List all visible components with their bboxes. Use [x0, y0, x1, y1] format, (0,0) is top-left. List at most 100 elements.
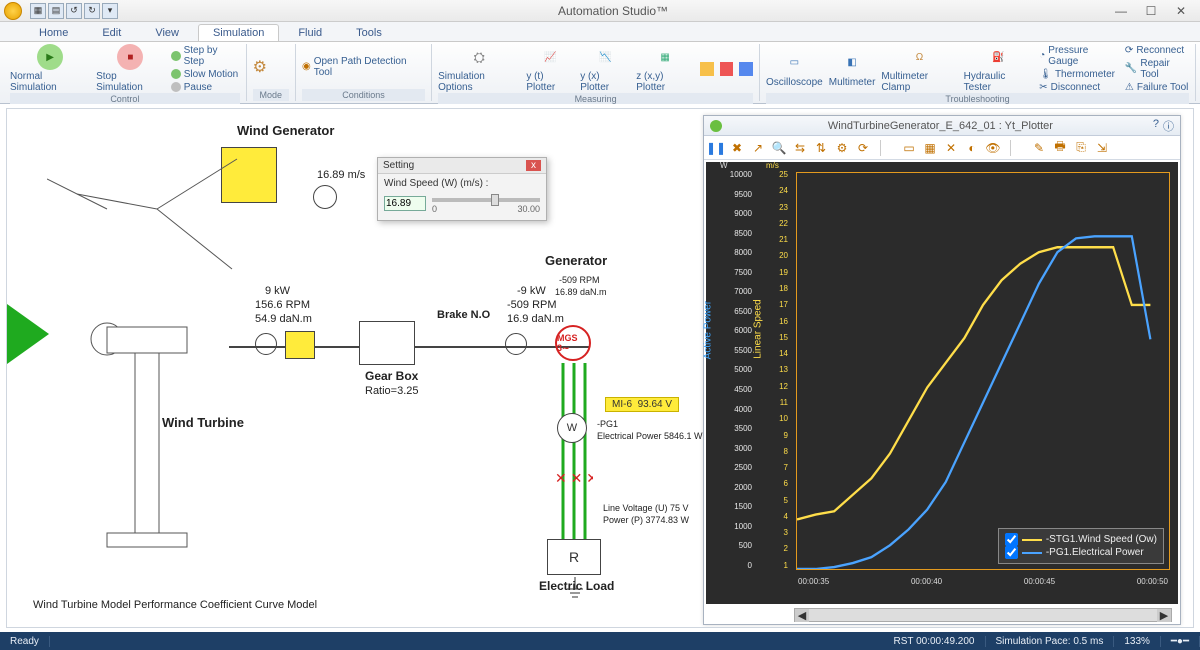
qat-icon[interactable]: ↺ — [66, 3, 82, 19]
qat-icon[interactable]: ↻ — [84, 3, 100, 19]
wattmeter-symbol[interactable]: W — [557, 413, 587, 443]
plot-area[interactable] — [796, 172, 1170, 570]
plot-scrollbar[interactable]: ◀▶ — [794, 608, 1172, 622]
refresh-icon[interactable]: ⟳ — [855, 140, 871, 156]
chart-legend[interactable]: -STG1.Wind Speed (Ow) -PG1.Electrical Po… — [998, 528, 1164, 564]
zoom-slider[interactable]: ━●━ — [1161, 636, 1200, 647]
model-caption: Wind Turbine Model Performance Coefficie… — [33, 599, 317, 611]
tool-icon[interactable]: ⇅ — [813, 140, 829, 156]
tab-simulation[interactable]: Simulation — [198, 24, 279, 41]
tool-icon[interactable]: ↗ — [750, 140, 766, 156]
setting-dialog[interactable]: Settingx Wind Speed (W) (m/s) : 030.00 — [377, 157, 547, 221]
status-zoom[interactable]: 133% — [1114, 636, 1161, 647]
multimeter-clamp-button[interactable]: ΩMultimeter Clamp — [881, 44, 957, 93]
copy-icon[interactable]: ⎘ — [1073, 140, 1089, 156]
setting-close-button[interactable]: x — [526, 160, 541, 171]
gearbox[interactable] — [359, 321, 415, 365]
load-symbol[interactable]: R — [547, 539, 601, 575]
measure-icon[interactable] — [720, 62, 734, 76]
tool-icon[interactable]: ✕ — [943, 140, 959, 156]
diagram-canvas[interactable]: Wind Generator Generator Wind Turbine 16… — [6, 108, 1194, 628]
sim-options-button[interactable]: ⛭Simulation Options — [438, 44, 520, 93]
generator-symbol[interactable]: MGS 3∼ — [555, 325, 591, 361]
multimeter-button[interactable]: ◧Multimeter — [829, 50, 876, 88]
zoom-icon[interactable]: 🔍 — [771, 140, 787, 156]
tab-view[interactable]: View — [140, 24, 194, 41]
print-icon[interactable]: 🖶 — [1052, 140, 1068, 156]
failure-button[interactable]: ⚠Failure Tool — [1125, 82, 1189, 93]
gen-torque2: 16.89 daN.m — [555, 287, 607, 297]
gen-rpm: -509 RPM — [507, 299, 557, 311]
turbine-torque: 54.9 daN.m — [255, 313, 312, 325]
yt-plotter-button[interactable]: 📈y (t) Plotter — [526, 44, 574, 93]
repair-button[interactable]: 🔧Repair Tool — [1125, 58, 1189, 80]
tab-edit[interactable]: Edit — [87, 24, 136, 41]
tool-icon[interactable]: ▦ — [922, 140, 938, 156]
menu-tabs: Home Edit View Simulation Fluid Tools — [0, 22, 1200, 42]
inlet-arrow-icon — [7, 304, 49, 364]
qat-icon[interactable]: ▾ — [102, 3, 118, 19]
yx-plotter-button[interactable]: 📉y (x) Plotter — [580, 44, 630, 93]
gauge-icon[interactable] — [313, 185, 337, 209]
measure-icon[interactable] — [700, 62, 714, 76]
statusbar: Ready RST 00:00:49.200 Simulation Pace: … — [0, 632, 1200, 650]
legend-check[interactable] — [1005, 546, 1018, 559]
plotter-toolbar: ❚❚ ✖ ↗ 🔍 ⇆ ⇅ ⚙ ⟳ ▭ ▦ ✕ ◐ 👁 ✎ 🖶 ⎘ ⇲ — [704, 136, 1180, 160]
open-path-button[interactable]: ◉Open Path Detection Tool — [302, 56, 425, 78]
legend-check[interactable] — [1005, 533, 1018, 546]
pause-plot-icon[interactable]: ❚❚ — [708, 140, 724, 156]
reconnect-button[interactable]: ⟳Reconnect — [1125, 45, 1189, 56]
measure-icon[interactable] — [739, 62, 753, 76]
gear-icon[interactable]: ⚙ — [834, 140, 850, 156]
export-icon[interactable]: ⇲ — [1094, 140, 1110, 156]
thermometer-button[interactable]: 🌡Thermometer — [1039, 69, 1119, 80]
coupling-icon[interactable] — [505, 333, 527, 355]
tool-icon[interactable]: ⇆ — [792, 140, 808, 156]
tool-icon[interactable]: ◐ — [964, 140, 980, 156]
ribbon: ▶Normal Simulation ■Stop Simulation Step… — [0, 42, 1200, 104]
turbine-power: 9 kW — [265, 285, 290, 297]
close-button[interactable]: ✕ — [1168, 4, 1194, 18]
tool-icon[interactable]: ✎ — [1031, 140, 1047, 156]
qat-icon[interactable]: ▤ — [48, 3, 64, 19]
plotter-title: WindTurbineGenerator_E_642_01 : Yt_Plott… — [728, 120, 1153, 132]
wind-speed-indicator: 16.89 m/s — [317, 169, 365, 181]
status-ready: Ready — [0, 636, 50, 647]
tab-fluid[interactable]: Fluid — [283, 24, 337, 41]
minimize-button[interactable]: — — [1108, 4, 1134, 18]
plotter-window[interactable]: WindTurbineGenerator_E_642_01 : Yt_Plott… — [703, 115, 1181, 625]
turbine-rpm: 156.6 RPM — [255, 299, 310, 311]
slowmotion-button[interactable]: Slow Motion — [171, 69, 240, 80]
normal-simulation-button[interactable]: ▶Normal Simulation — [10, 44, 90, 93]
gen-rpm2: -509 RPM — [559, 275, 600, 285]
help-icon[interactable]: ? — [1153, 118, 1159, 134]
y-axis-label-right: Linear Speed — [753, 299, 764, 359]
info-icon[interactable]: ⓘ — [1163, 118, 1174, 134]
hydraulic-tester-button[interactable]: ⛽Hydraulic Tester — [964, 44, 1034, 93]
tool-icon[interactable]: ✖ — [729, 140, 745, 156]
label-brake: Brake N.O — [437, 309, 490, 321]
measurement-tag[interactable]: MI-6 93.64 V — [605, 397, 679, 412]
quick-access-toolbar[interactable]: ▦ ▤ ↺ ↻ ▾ — [30, 3, 118, 19]
oscilloscope-button[interactable]: ▭Oscilloscope — [766, 50, 823, 88]
tab-tools[interactable]: Tools — [341, 24, 397, 41]
pause-button[interactable]: Pause — [171, 82, 240, 93]
wind-speed-input[interactable] — [384, 196, 426, 211]
step-button[interactable]: Step by Step — [171, 45, 240, 67]
pressure-gauge-button[interactable]: ◔Pressure Gauge — [1039, 45, 1119, 67]
tab-home[interactable]: Home — [24, 24, 83, 41]
zxy-plotter-button[interactable]: ▦z (x,y) Plotter — [636, 44, 694, 93]
stop-simulation-button[interactable]: ■Stop Simulation — [96, 44, 165, 93]
maximize-button[interactable]: ☐ — [1138, 4, 1164, 18]
pg1-label: -PG1 — [597, 419, 618, 429]
tool-icon[interactable]: ▭ — [901, 140, 917, 156]
setting-label: Wind Speed (W) (m/s) : — [384, 178, 540, 189]
wind-speed-slider[interactable] — [432, 198, 540, 202]
x-axis-ticks: 00:00:3500:00:4000:00:4500:00:50 — [798, 577, 1168, 586]
gear-icon[interactable] — [285, 331, 315, 359]
mode-icon[interactable]: ⚙ — [253, 57, 267, 77]
qat-icon[interactable]: ▦ — [30, 3, 46, 19]
disconnect-button[interactable]: ✂Disconnect — [1039, 82, 1119, 93]
coupling-icon[interactable] — [255, 333, 277, 355]
eye-icon[interactable]: 👁 — [985, 140, 1001, 156]
